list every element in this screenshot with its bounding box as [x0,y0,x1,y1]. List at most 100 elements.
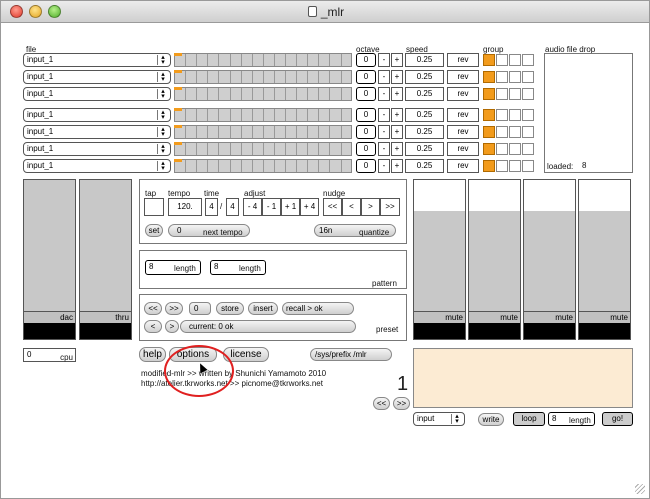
track-input-menu[interactable]: input_1 ▴ ▾ [23,87,171,101]
speed-field[interactable]: 0.25 [405,142,444,156]
octave-plus-button[interactable]: + [391,70,403,84]
track-input-menu[interactable]: input_1 ▴ ▾ [23,159,171,173]
nudge-forward-fast[interactable]: >> [380,198,400,216]
speed-field[interactable]: 0.25 [405,125,444,139]
speed-field[interactable]: 0.25 [405,53,444,67]
preset-prev-button[interactable]: << [144,302,162,315]
group-toggle[interactable] [483,88,495,100]
octave-minus-button[interactable]: - [378,159,390,173]
write-button[interactable]: write [478,413,504,426]
nudge-forward[interactable]: > [361,198,380,216]
channel-strip[interactable]: mute [578,179,631,340]
octave-field[interactable]: 0 [356,108,376,122]
group-toggle[interactable] [483,71,495,83]
octave-minus-button[interactable]: - [378,87,390,101]
group-toggle[interactable] [522,143,534,155]
next-tempo-field[interactable]: 0 next tempo [168,224,250,237]
speed-field[interactable]: 0.25 [405,108,444,122]
octave-minus-button[interactable]: - [378,125,390,139]
octave-field[interactable]: 0 [356,53,376,67]
waveform-display[interactable] [413,348,633,408]
nav-prev-button[interactable]: << [373,397,390,410]
octave-minus-button[interactable]: - [378,142,390,156]
group-toggle[interactable] [509,54,521,66]
group-toggle[interactable] [522,71,534,83]
track-input-menu[interactable]: input_1 ▴ ▾ [23,53,171,67]
mute-button[interactable]: mute [414,311,465,323]
octave-field[interactable]: 0 [356,159,376,173]
recall-button[interactable]: recall > ok [282,302,354,315]
group-toggle[interactable] [483,54,495,66]
time-denominator[interactable]: 4 [226,198,239,216]
octave-plus-button[interactable]: + [391,142,403,156]
tap-button[interactable] [144,198,164,216]
octave-field[interactable]: 0 [356,142,376,156]
group-toggle[interactable] [496,109,508,121]
adjust-plus-4[interactable]: + 4 [300,198,319,216]
octave-minus-button[interactable]: - [378,53,390,67]
set-button[interactable]: set [145,224,163,237]
group-toggle[interactable] [496,71,508,83]
mute-button[interactable]: mute [469,311,520,323]
speed-field[interactable]: 0.25 [405,70,444,84]
nav-next-button[interactable]: >> [393,397,410,410]
tempo-field[interactable]: 120. [168,198,202,216]
track-input-menu[interactable]: input_1 ▴ ▾ [23,108,171,122]
octave-minus-button[interactable]: - [378,70,390,84]
channel-strip[interactable]: mute [523,179,576,340]
octave-field[interactable]: 0 [356,70,376,84]
track-input-menu[interactable]: input_1 ▴ ▾ [23,70,171,84]
group-toggle[interactable] [509,143,521,155]
go-button[interactable]: go! [602,412,633,426]
channel-strip[interactable]: mute [413,179,466,340]
octave-plus-button[interactable]: + [391,125,403,139]
octave-plus-button[interactable]: + [391,87,403,101]
mute-button[interactable]: mute [524,311,575,323]
group-toggle[interactable] [509,126,521,138]
audio-file-drop-zone[interactable]: loaded: 8 [544,53,633,173]
group-toggle[interactable] [522,160,534,172]
group-toggle[interactable] [496,143,508,155]
rev-button[interactable]: rev [447,125,479,139]
octave-plus-button[interactable]: + [391,159,403,173]
adjust-minus-4[interactable]: - 4 [243,198,262,216]
group-toggle[interactable] [509,160,521,172]
group-toggle[interactable] [496,126,508,138]
nudge-back-fast[interactable]: << [323,198,342,216]
dac-strip[interactable]: dac [23,179,76,340]
group-toggle[interactable] [483,109,495,121]
group-toggle[interactable] [522,54,534,66]
octave-minus-button[interactable]: - [378,108,390,122]
rev-button[interactable]: rev [447,87,479,101]
thru-strip[interactable]: thru [79,179,132,340]
preset-next-button[interactable]: >> [165,302,183,315]
nudge-back[interactable]: < [342,198,361,216]
mute-button[interactable]: mute [579,311,630,323]
quantize-field[interactable]: 16n quantize [314,224,396,237]
track-input-menu[interactable]: input_1 ▴ ▾ [23,125,171,139]
rev-button[interactable]: rev [447,53,479,67]
octave-plus-button[interactable]: + [391,53,403,67]
speed-field[interactable]: 0.25 [405,87,444,101]
help-button[interactable]: help [139,347,166,362]
group-toggle[interactable] [509,109,521,121]
rev-button[interactable]: rev [447,70,479,84]
loop-toggle[interactable]: loop [513,412,545,426]
adjust-minus-1[interactable]: - 1 [262,198,281,216]
group-toggle[interactable] [483,160,495,172]
group-toggle[interactable] [522,109,534,121]
channel-strip[interactable]: mute [468,179,521,340]
group-toggle[interactable] [483,143,495,155]
insert-button[interactable]: insert [248,302,278,315]
record-length-field[interactable]: 8 length [548,412,595,426]
octave-field[interactable]: 0 [356,125,376,139]
octave-plus-button[interactable]: + [391,108,403,122]
preset-back-button[interactable]: < [144,320,162,333]
group-toggle[interactable] [509,88,521,100]
store-button[interactable]: store [216,302,244,315]
preset-number[interactable]: 0 [189,302,211,315]
group-toggle[interactable] [522,88,534,100]
rev-button[interactable]: rev [447,142,479,156]
adjust-plus-1[interactable]: + 1 [281,198,300,216]
group-toggle[interactable] [483,126,495,138]
